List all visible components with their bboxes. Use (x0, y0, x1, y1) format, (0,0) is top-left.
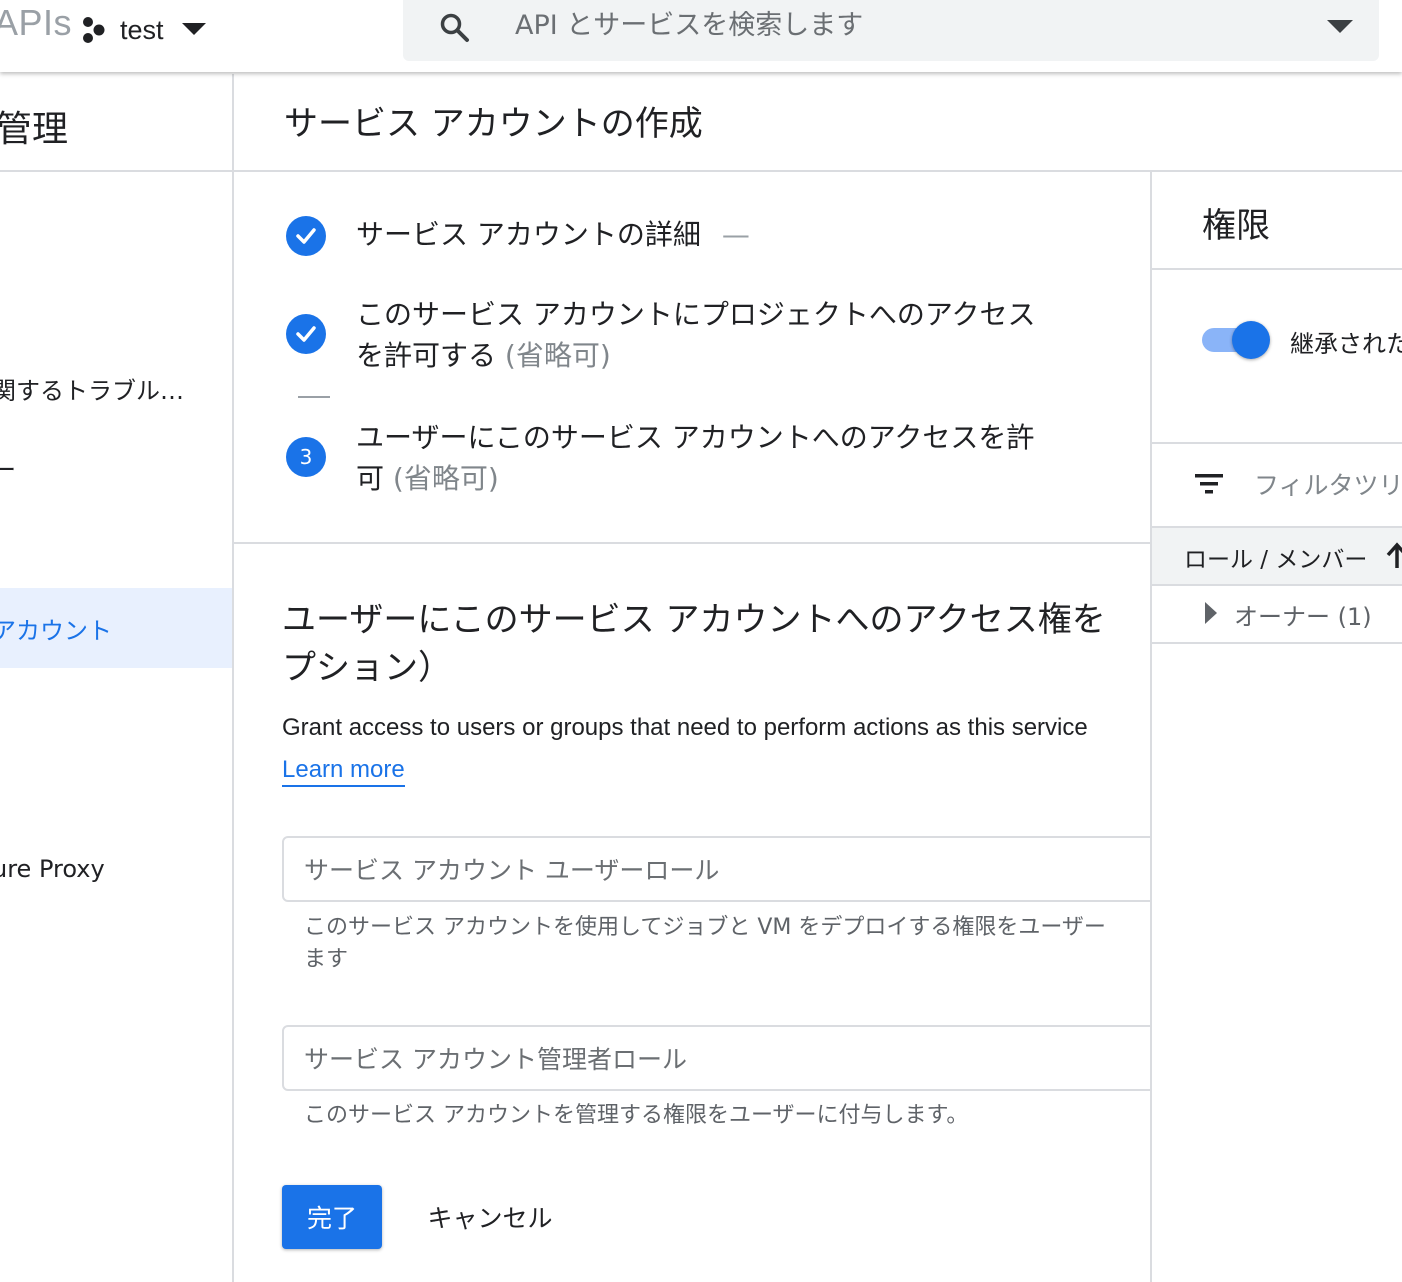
learn-more-link[interactable]: Learn more (282, 755, 405, 787)
step-3-label: ユーザーにこのサービス アカウントへのアクセスを許 可 (省略可) (356, 421, 1035, 495)
top-bar: APIs test (0, 0, 1402, 72)
permissions-panel: 権限 継承された ロール / メンバー オーナー (1) (1150, 172, 1402, 1282)
panel-divider (1152, 442, 1402, 444)
arrow-up-icon[interactable] (1386, 542, 1402, 568)
nav-item-label: 関するトラブル… (0, 376, 184, 405)
step-2-label: このサービス アカウントにプロジェクトへのアクセス を許可する (省略可) (356, 298, 1036, 372)
step-connector (298, 396, 330, 398)
search-box (403, 0, 1379, 61)
step-1-dash: — (721, 218, 750, 251)
done-button[interactable]: 完了 (282, 1185, 382, 1249)
inherited-toggle[interactable] (1202, 321, 1272, 359)
section-description: Grant access to users or groups that nee… (282, 714, 1088, 741)
step-3-number: 3 (286, 437, 326, 477)
left-nav: 管理 関するトラブル… ー アカウント ure Proxy (0, 74, 234, 1282)
admin-role-hint: このサービス アカウントを管理する権限をユーザーに付与します。 (304, 1103, 969, 1128)
main-header: サービス アカウントの作成 (234, 74, 1402, 172)
check-circle-icon (286, 216, 326, 256)
main-content: サービス アカウントの詳細 — このサービス アカウントにプロジェクトへのアクセ… (234, 172, 1150, 1282)
chevron-down-icon (181, 23, 206, 35)
nav-item-identity-aware-proxy[interactable]: ure Proxy (0, 829, 232, 909)
table-row[interactable]: オーナー (1) (1152, 584, 1402, 644)
inherited-toggle-label: 継承された (1290, 330, 1402, 358)
role-label: オーナー (1) (1234, 603, 1372, 631)
nav-item-troubleshoot[interactable]: 関するトラブル… (0, 348, 232, 428)
nav-title: 管理 (0, 109, 69, 150)
page-title: サービス アカウントの作成 (284, 104, 703, 144)
permissions-title: 権限 (1202, 206, 1270, 246)
nav-item-label: アカウント (0, 616, 112, 645)
role-member-column-header[interactable]: ロール / メンバー (1184, 540, 1367, 574)
chevron-right-icon[interactable] (1204, 602, 1218, 624)
project-name: test (120, 14, 164, 45)
nav-item-service-accounts[interactable]: アカウント (0, 588, 232, 668)
nav-divider (0, 170, 232, 172)
user-role-input[interactable] (302, 850, 1150, 890)
check-circle-icon (286, 314, 326, 354)
step-3-optional: (省略可) (392, 462, 499, 495)
search-dropdown-icon[interactable] (1327, 20, 1353, 34)
search-icon[interactable] (439, 12, 471, 44)
user-role-field[interactable] (282, 836, 1150, 902)
app-name: APIs (0, 2, 73, 43)
nav-item-policy[interactable]: ー (0, 427, 232, 507)
admin-role-field[interactable] (282, 1025, 1150, 1091)
filter-icon[interactable] (1194, 472, 1224, 496)
filter-input[interactable] (1252, 464, 1402, 506)
project-picker[interactable]: test (80, 8, 206, 52)
search-input[interactable] (513, 4, 1297, 46)
toggle-thumb (1232, 321, 1270, 359)
nav-item-label: ure Proxy (0, 855, 105, 883)
stepper-divider (234, 542, 1150, 544)
cancel-button[interactable]: キャンセル (420, 1185, 560, 1249)
step-1-label: サービス アカウントの詳細 — (356, 218, 750, 251)
user-role-hint: このサービス アカウントを使用してジョブと VM をデプロイする権限をユーザー … (304, 915, 1106, 972)
admin-role-input[interactable] (302, 1039, 1150, 1079)
step-2-optional: (省略可) (504, 339, 611, 372)
section-title: ユーザーにこのサービス アカウントへのアクセス権を プション） (282, 600, 1106, 688)
project-hexagons-icon (83, 17, 105, 43)
panel-divider (1152, 268, 1402, 270)
table-header: ロール / メンバー (1152, 526, 1402, 586)
nav-item-label: ー (0, 455, 16, 484)
